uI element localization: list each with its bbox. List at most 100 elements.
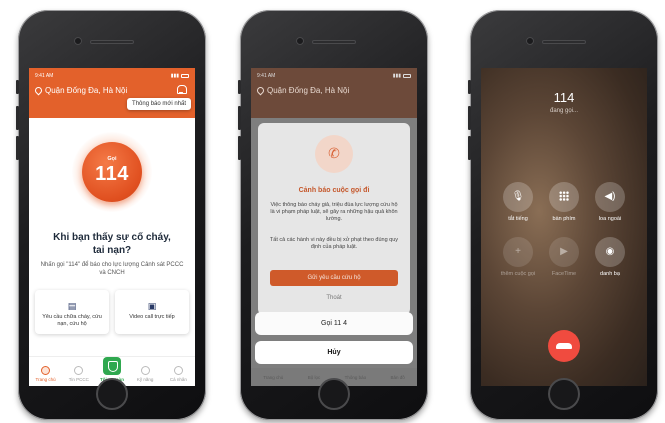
mute-switch bbox=[468, 80, 471, 94]
volume-down-button bbox=[16, 136, 19, 160]
facetime-label: FaceTime bbox=[551, 271, 577, 277]
status-bar: 9:41 AM ▮▮▮ bbox=[257, 71, 411, 81]
status-icons: ▮▮▮ bbox=[393, 73, 411, 79]
tab-home-label: Trang chủ bbox=[35, 377, 56, 382]
call-label: Gọi bbox=[107, 156, 117, 162]
location-label: Quận Đống Đa, Hà Nội bbox=[267, 86, 350, 95]
call-controls: 🎙︎ tắt tiếng bàn phím ◀) loa ngoài + thê… bbox=[495, 182, 633, 278]
rescue-request-card[interactable]: ▤ Yêu cầu chữa cháy, cứu nạn, cứu hộ bbox=[35, 290, 109, 334]
add-call-button[interactable]: + thêm cuộc gọi bbox=[495, 237, 541, 278]
status-bar: 9:41 AM ▮▮▮ bbox=[35, 71, 189, 81]
earpiece bbox=[312, 40, 356, 44]
tab-skills[interactable]: Kỹ năng bbox=[130, 366, 160, 382]
tab-skills-label: Kỹ năng bbox=[136, 377, 154, 382]
video-call-card[interactable]: ▣ Video call trực tiếp bbox=[115, 290, 189, 334]
front-camera bbox=[296, 37, 304, 45]
add-call-icon: + bbox=[503, 237, 533, 267]
tab-label: Bộ lọc bbox=[307, 374, 321, 380]
home-icon bbox=[41, 366, 51, 375]
call-114-button[interactable]: Gọi 114 bbox=[82, 142, 142, 202]
earpiece bbox=[90, 40, 134, 44]
phone-outgoing-icon: ✆ bbox=[315, 135, 353, 173]
call-screen: 114 đang gọi... 🎙︎ tắt tiếng bàn phím ◀)… bbox=[481, 68, 647, 386]
front-camera bbox=[526, 37, 534, 45]
status-icons: ▮▮▮ bbox=[171, 73, 189, 79]
tab-profile[interactable]: Cá nhân bbox=[163, 366, 193, 382]
contacts-icon: ◉ bbox=[595, 237, 625, 267]
volume-down-button bbox=[468, 136, 471, 160]
battery-icon bbox=[181, 74, 189, 78]
tab-label: Bản đồ bbox=[390, 374, 405, 380]
keypad-button[interactable]: bàn phím bbox=[541, 182, 587, 223]
emergency-number: 114 bbox=[95, 163, 129, 185]
header-dimmed: 9:41 AM ▮▮▮ Quận Đống Đa, Hà Nội bbox=[251, 68, 417, 118]
phone-warning-screen: 9:41 AM ▮▮▮ Quận Đống Đa, Hà Nội ✆ Cảnh … bbox=[238, 10, 428, 420]
mute-button[interactable]: 🎙︎ tắt tiếng bbox=[495, 182, 541, 223]
location-label: Quận Đống Đa, Hà Nội bbox=[45, 86, 128, 95]
notification-tooltip: Thông báo mới nhất bbox=[127, 98, 191, 110]
page-title: Khi bạn thấy sự cố cháy, tai nạn? bbox=[29, 231, 195, 257]
modal-warning-text: Việc thông báo cháy giả, triệu đùa lực l… bbox=[270, 202, 398, 222]
shield-icon bbox=[102, 357, 121, 375]
title-line-1: Khi bạn thấy sự cố cháy, bbox=[53, 232, 171, 243]
keypad-icon bbox=[549, 182, 579, 212]
tab-news[interactable]: Tin PCCC bbox=[64, 366, 94, 382]
contacts-button[interactable]: ◉ danh bạ bbox=[587, 237, 633, 278]
warning-modal: ✆ Cảnh báo cuộc gọi đi Việc thông báo ch… bbox=[258, 123, 410, 315]
exit-button[interactable]: Thoát bbox=[270, 291, 398, 305]
location-selector: Quận Đống Đa, Hà Nội bbox=[255, 85, 350, 96]
mic-off-icon: 🎙︎ bbox=[503, 182, 533, 212]
send-rescue-request-button[interactable]: Gửi yêu cầu cứu hộ bbox=[270, 270, 398, 286]
document-icon: ▤ bbox=[67, 301, 77, 311]
call-status: đang gọi... bbox=[549, 108, 579, 114]
notification-bell-icon[interactable] bbox=[176, 84, 187, 94]
earpiece bbox=[542, 40, 586, 44]
title-line-2: tai nạn? bbox=[92, 245, 132, 256]
header: 9:41 AM ▮▮▮ Quận Đống Đa, Hà Nội bbox=[29, 68, 195, 118]
mute-switch bbox=[16, 80, 19, 94]
cancel-button[interactable]: Hủy bbox=[255, 341, 413, 364]
app-screen: 9:41 AM ▮▮▮ Quận Đống Đa, Hà Nội Thông b… bbox=[29, 68, 195, 386]
video-call-label: Video call trực tiếp bbox=[129, 314, 175, 320]
location-pin-icon bbox=[33, 85, 44, 96]
tab-news-label: Tin PCCC bbox=[68, 377, 89, 382]
mute-label: tắt tiếng bbox=[508, 216, 528, 222]
modal-title: Cảnh báo cuộc gọi đi bbox=[298, 187, 370, 194]
modal-penalty-text: Tất cả các hành vi này đều bị xử phạt th… bbox=[269, 237, 399, 250]
dialed-number: 114 bbox=[553, 90, 575, 105]
tab-label: Thông báo bbox=[344, 374, 367, 380]
status-time: 9:41 AM bbox=[257, 73, 276, 79]
home-button[interactable] bbox=[548, 378, 580, 410]
page-subtitle: Nhấn gọi "114" để báo cho lực lượng Cảnh… bbox=[40, 262, 184, 276]
end-call-button[interactable] bbox=[548, 330, 580, 362]
home-button[interactable] bbox=[318, 378, 350, 410]
status-time: 9:41 AM bbox=[35, 73, 54, 79]
mute-switch bbox=[238, 80, 241, 94]
speaker-button[interactable]: ◀) loa ngoài bbox=[587, 182, 633, 223]
user-icon bbox=[173, 366, 183, 375]
phone-home-screen: 9:41 AM ▮▮▮ Quận Đống Đa, Hà Nội Thông b… bbox=[16, 10, 206, 420]
call-option-button[interactable]: Gọi 11 4 bbox=[255, 312, 413, 335]
add-call-label: thêm cuộc gọi bbox=[500, 271, 536, 277]
battery-icon bbox=[403, 74, 411, 78]
fire-icon bbox=[74, 366, 84, 375]
tab-home[interactable]: Trang chủ bbox=[31, 366, 61, 382]
speaker-icon: ◀) bbox=[595, 182, 625, 212]
volume-down-button bbox=[238, 136, 241, 160]
speaker-label: loa ngoài bbox=[598, 216, 622, 222]
app-screen: 9:41 AM ▮▮▮ Quận Đống Đa, Hà Nội ✆ Cảnh … bbox=[251, 68, 417, 386]
home-button[interactable] bbox=[96, 378, 128, 410]
rescue-request-label: Yêu cầu chữa cháy, cứu nạn, cứu hộ bbox=[42, 314, 102, 327]
contacts-label: danh bạ bbox=[600, 271, 620, 277]
volume-up-button bbox=[238, 106, 241, 130]
phone-calling-screen: 114 đang gọi... 🎙︎ tắt tiếng bàn phím ◀)… bbox=[468, 10, 658, 420]
video-call-icon: ▣ bbox=[147, 301, 157, 311]
action-cards: ▤ Yêu cầu chữa cháy, cứu nạn, cứu hộ ▣ V… bbox=[35, 290, 189, 334]
tab-label: Trang chủ bbox=[263, 374, 284, 380]
tab-profile-label: Cá nhân bbox=[169, 377, 187, 382]
facetime-button[interactable]: ▶ FaceTime bbox=[541, 237, 587, 278]
location-selector[interactable]: Quận Đống Đa, Hà Nội bbox=[33, 85, 128, 96]
flame-icon bbox=[140, 366, 150, 375]
volume-up-button bbox=[16, 106, 19, 130]
keypad-label: bàn phím bbox=[552, 216, 576, 222]
